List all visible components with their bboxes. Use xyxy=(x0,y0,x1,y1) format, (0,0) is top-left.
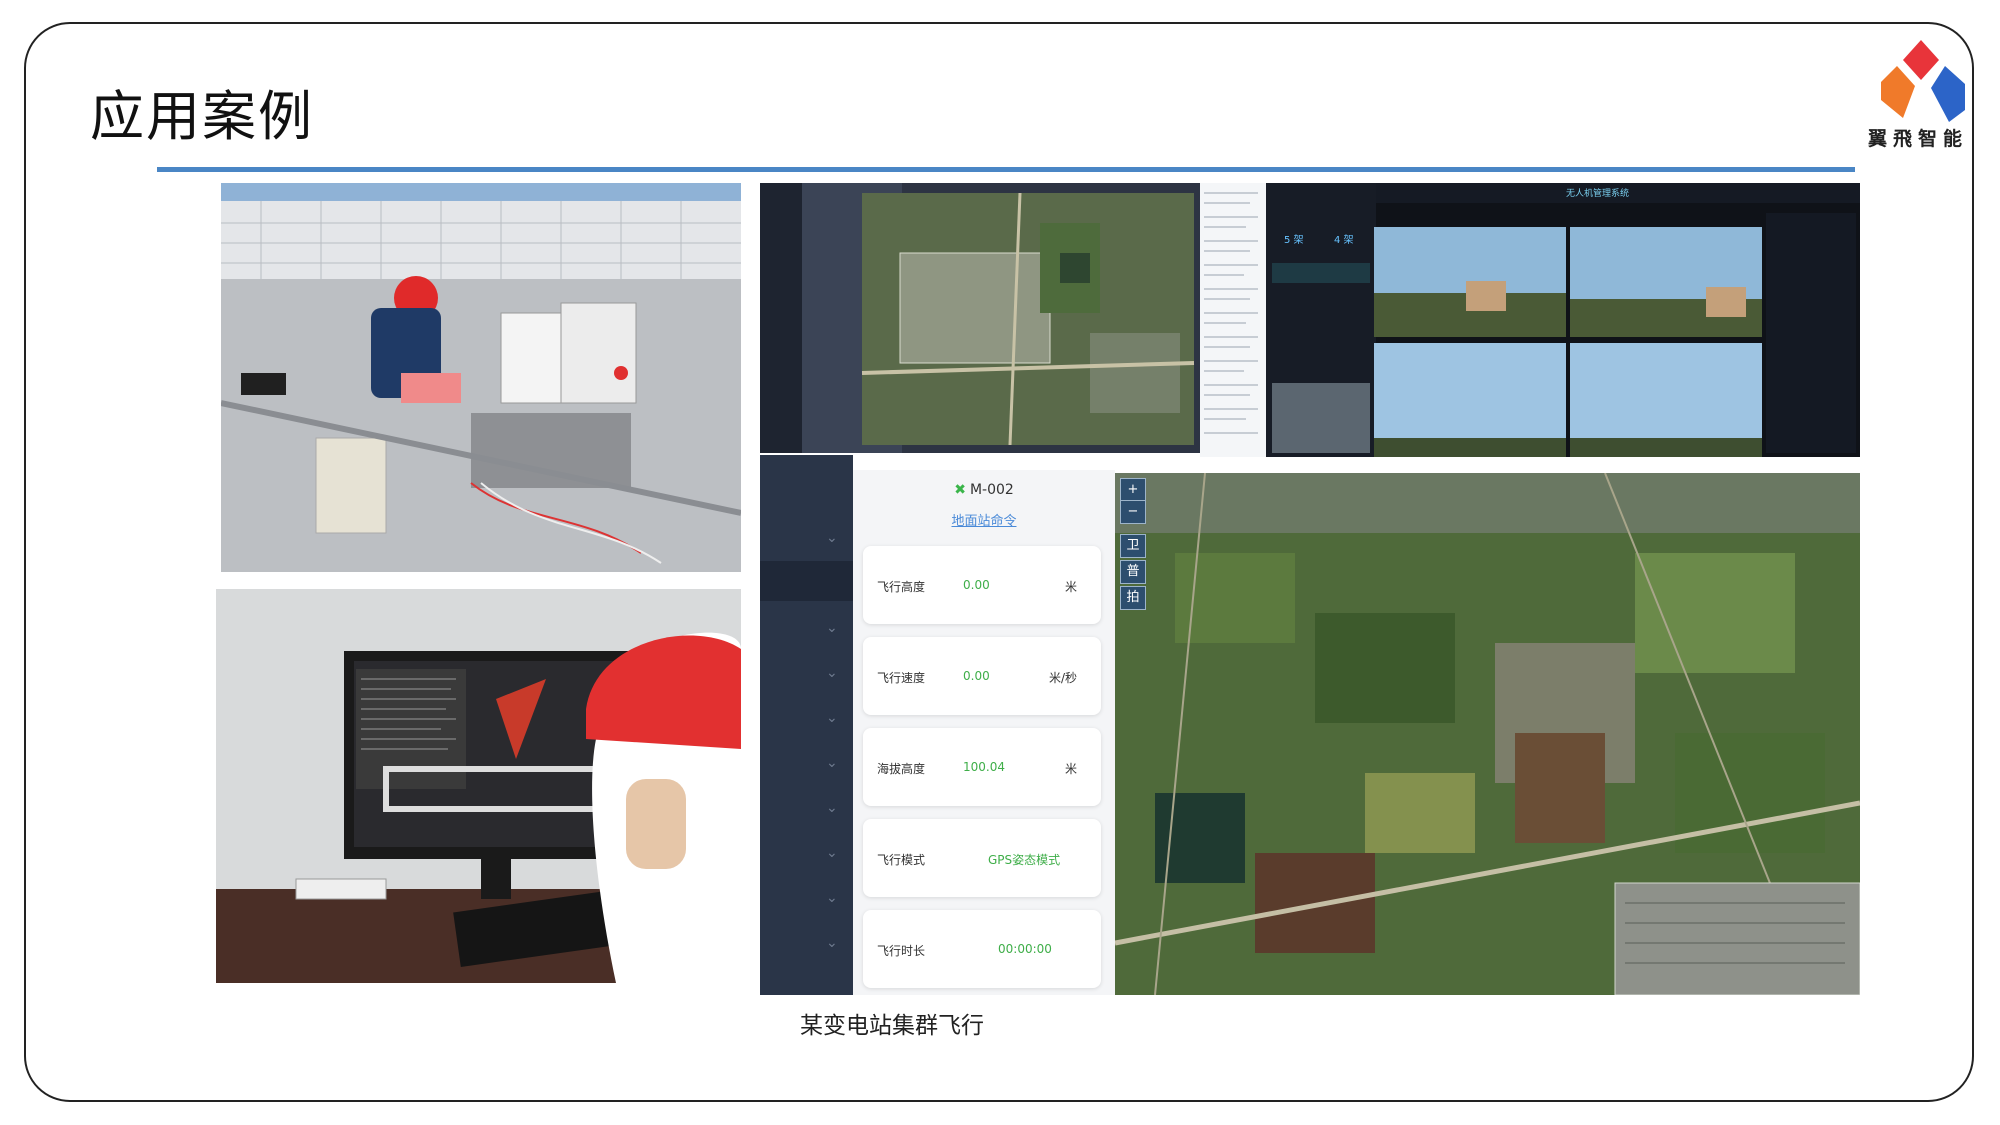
flight-info-panel: ✖ M-002 地面站命令 飞行高度 0.00 米 飞行速度 0.00 米/秒 海… xyxy=(853,470,1115,995)
title-divider xyxy=(157,167,1855,172)
satellite-view-button[interactable]: 卫 xyxy=(1120,534,1146,558)
screenshot-task-list xyxy=(1200,183,1266,457)
slide-title: 应用案例 xyxy=(90,85,314,148)
logo-text: 翼飛智能 xyxy=(1868,128,1969,150)
app-sidebar: ⌄ ⌄ ⌄ ⌄ ⌄ ⌄ ⌄ ⌄ ⌄ xyxy=(760,455,853,995)
flight-row: 飞行速度 0.00 米/秒 xyxy=(863,637,1101,715)
chevron-down-icon[interactable]: ⌄ xyxy=(826,845,838,861)
chevron-down-icon[interactable]: ⌄ xyxy=(826,755,838,771)
chevron-down-icon[interactable]: ⌄ xyxy=(826,620,838,636)
flight-row: 飞行模式 GPS姿态模式 xyxy=(863,819,1101,897)
capture-button[interactable]: 拍 xyxy=(1120,586,1146,610)
drone-icon: ✖ xyxy=(954,482,966,498)
figure-caption: 某变电站集群飞行 xyxy=(800,1013,984,1039)
dashboard-title: 无人机管理系统 xyxy=(1566,187,1629,199)
ground-station-link[interactable]: 地面站命令 xyxy=(853,510,1115,540)
drone-count-b: 4 架 xyxy=(1334,234,1354,246)
photo-rooftop-install xyxy=(221,183,741,572)
drone-id: M-002 xyxy=(969,482,1014,498)
drone-header: ✖ M-002 xyxy=(853,470,1115,510)
screenshot-map-software xyxy=(760,183,1200,453)
normal-view-button[interactable]: 普 xyxy=(1120,560,1146,584)
flight-row: 飞行高度 0.00 米 xyxy=(863,546,1101,624)
satellite-map[interactable] xyxy=(1115,473,1860,995)
chevron-down-icon[interactable]: ⌄ xyxy=(826,530,838,546)
chevron-down-icon[interactable]: ⌄ xyxy=(826,890,838,906)
chevron-down-icon[interactable]: ⌄ xyxy=(826,800,838,816)
chevron-down-icon[interactable]: ⌄ xyxy=(826,710,838,726)
photo-operator-computer xyxy=(216,589,741,983)
drone-count-a: 5 架 xyxy=(1284,234,1304,246)
chevron-down-icon[interactable]: ⌄ xyxy=(826,665,838,681)
flight-row: 飞行时长 00:00:00 xyxy=(863,910,1101,988)
sidebar-selected-item[interactable] xyxy=(760,561,853,601)
flight-row: 海拔高度 100.04 米 xyxy=(863,728,1101,806)
zoom-out-button[interactable]: − xyxy=(1120,500,1146,524)
screenshot-drone-dashboard: 无人机管理系统 5 架 4 架 xyxy=(1266,183,1860,457)
chevron-down-icon[interactable]: ⌄ xyxy=(826,935,838,951)
zoom-in-button[interactable]: + xyxy=(1120,478,1146,502)
